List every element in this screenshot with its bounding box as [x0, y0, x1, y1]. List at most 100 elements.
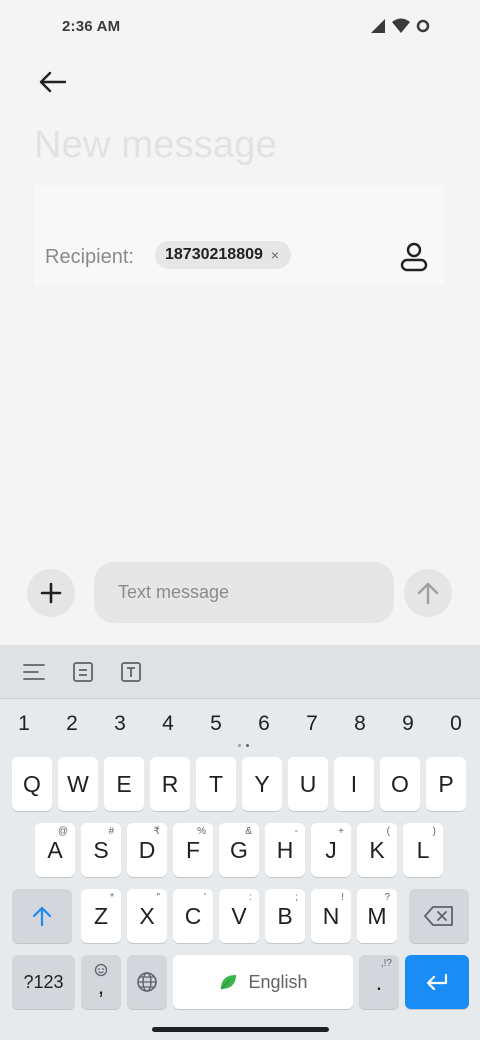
back-button[interactable]: [32, 62, 72, 102]
enter-key[interactable]: [405, 955, 469, 1009]
number-key[interactable]: 0: [436, 709, 476, 739]
contact-picker-button[interactable]: [394, 237, 434, 277]
key-label: Z: [93, 902, 109, 929]
page-title: New message: [34, 124, 277, 166]
key-label: U: [299, 770, 317, 797]
space-key[interactable]: English: [173, 955, 353, 1009]
number-key[interactable]: 7: [292, 709, 332, 739]
letter-key[interactable]: (K: [357, 823, 397, 877]
text-align-icon[interactable]: [20, 658, 48, 686]
enter-icon: [426, 973, 448, 991]
recipient-card: Recipient: 18730218809 ×: [34, 185, 444, 285]
letter-key[interactable]: & G: [219, 823, 259, 877]
message-input[interactable]: [94, 562, 394, 623]
letter-key[interactable]: ? M: [357, 889, 397, 943]
number-row: 1234567890: [0, 709, 480, 739]
recipient-chip-label: 18730218809: [165, 246, 263, 263]
clipboard-icon[interactable]: [69, 658, 97, 686]
home-indicator: [152, 1027, 329, 1032]
letter-key[interactable]: I: [334, 757, 374, 811]
letter-key[interactable]: ! N: [311, 889, 351, 943]
arrow-left-icon: [39, 71, 66, 93]
letter-key[interactable]: ' C: [173, 889, 213, 943]
letter-key[interactable]: Q: [12, 757, 52, 811]
key-label: M: [367, 902, 387, 929]
letter-key[interactable]: ; B: [265, 889, 305, 943]
letter-key[interactable]: Y: [242, 757, 282, 811]
leaf-icon: [221, 975, 237, 990]
letter-key[interactable]: ₹ D: [127, 823, 167, 877]
key-label: G: [230, 836, 248, 863]
key-hint: @: [57, 826, 68, 837]
letter-key[interactable]: % F: [173, 823, 213, 877]
letter-key[interactable]: -H: [265, 823, 305, 877]
key-hint: ₹: [153, 826, 160, 837]
send-button[interactable]: [404, 569, 452, 617]
key-hint: !: [341, 892, 344, 903]
key-hint: :: [249, 892, 252, 903]
space-key-label: English: [248, 971, 308, 992]
letter-key[interactable]: W: [58, 757, 98, 811]
key-hint: %: [197, 826, 206, 837]
key-label: W: [67, 770, 89, 797]
key-hint: ': [204, 892, 206, 903]
comma-key-label: ,: [97, 973, 105, 999]
key-hint: +: [338, 826, 344, 837]
key-label: O: [391, 770, 409, 797]
page-dots: [238, 744, 249, 747]
number-key[interactable]: 6: [244, 709, 284, 739]
backspace-key[interactable]: [409, 889, 469, 943]
letter-key[interactable]: O: [380, 757, 420, 811]
letter-key[interactable]: T: [196, 757, 236, 811]
period-key[interactable]: ,!? .: [359, 955, 399, 1009]
key-label: A: [47, 836, 63, 863]
key-label: C: [184, 902, 202, 929]
key-label: R: [161, 770, 179, 797]
letter-key[interactable]: @ A: [35, 823, 75, 877]
letter-key[interactable]: + J: [311, 823, 351, 877]
recipient-chip[interactable]: 18730218809 ×: [155, 241, 292, 269]
letter-key[interactable]: * Z: [81, 889, 121, 943]
key-label: K: [369, 836, 385, 863]
person-icon: [400, 242, 428, 272]
key-hint: #: [108, 826, 114, 837]
globe-icon: [137, 972, 157, 992]
key-label: S: [93, 836, 109, 863]
symbols-key[interactable]: ?123: [12, 955, 75, 1009]
letter-key[interactable]: :V: [219, 889, 259, 943]
chip-close-icon[interactable]: ×: [271, 248, 279, 262]
wifi-icon: [392, 18, 410, 33]
emoji-comma-key[interactable]: ,: [81, 955, 121, 1009]
keyboard: 1234567890 QWERTYUIOP @ A # S ₹ D% F & G - H + J(K) L…: [0, 645, 480, 1040]
number-key[interactable]: 8: [340, 709, 380, 739]
letter-key[interactable]: U: [288, 757, 328, 811]
key-label: N: [322, 902, 340, 929]
letter-key[interactable]: ) L: [403, 823, 443, 877]
letter-key[interactable]: P: [426, 757, 466, 811]
signal-icon: [371, 19, 385, 33]
text-format-icon[interactable]: [117, 658, 145, 686]
key-label: E: [116, 770, 132, 797]
shift-key[interactable]: [12, 889, 72, 943]
key-hint: ": [156, 892, 160, 903]
shift-arrow-icon: [32, 906, 52, 927]
letter-key[interactable]: # S: [81, 823, 121, 877]
battery-icon: [416, 19, 430, 33]
number-key[interactable]: 2: [52, 709, 92, 739]
number-key[interactable]: 3: [100, 709, 140, 739]
number-key[interactable]: 4: [148, 709, 188, 739]
number-key[interactable]: 1: [4, 709, 44, 739]
recipient-label: Recipient:: [45, 246, 134, 268]
symbols-key-label: ?123: [23, 971, 64, 992]
key-label: J: [325, 836, 337, 863]
status-icons: [370, 18, 430, 34]
language-key[interactable]: [127, 955, 167, 1009]
letter-key[interactable]: R: [150, 757, 190, 811]
number-key[interactable]: 9: [388, 709, 428, 739]
attach-button[interactable]: [27, 569, 75, 617]
period-key-label: .: [375, 968, 383, 995]
number-key[interactable]: 5: [196, 709, 236, 739]
letter-key[interactable]: " X: [127, 889, 167, 943]
key-label: F: [185, 836, 201, 863]
letter-key[interactable]: E: [104, 757, 144, 811]
